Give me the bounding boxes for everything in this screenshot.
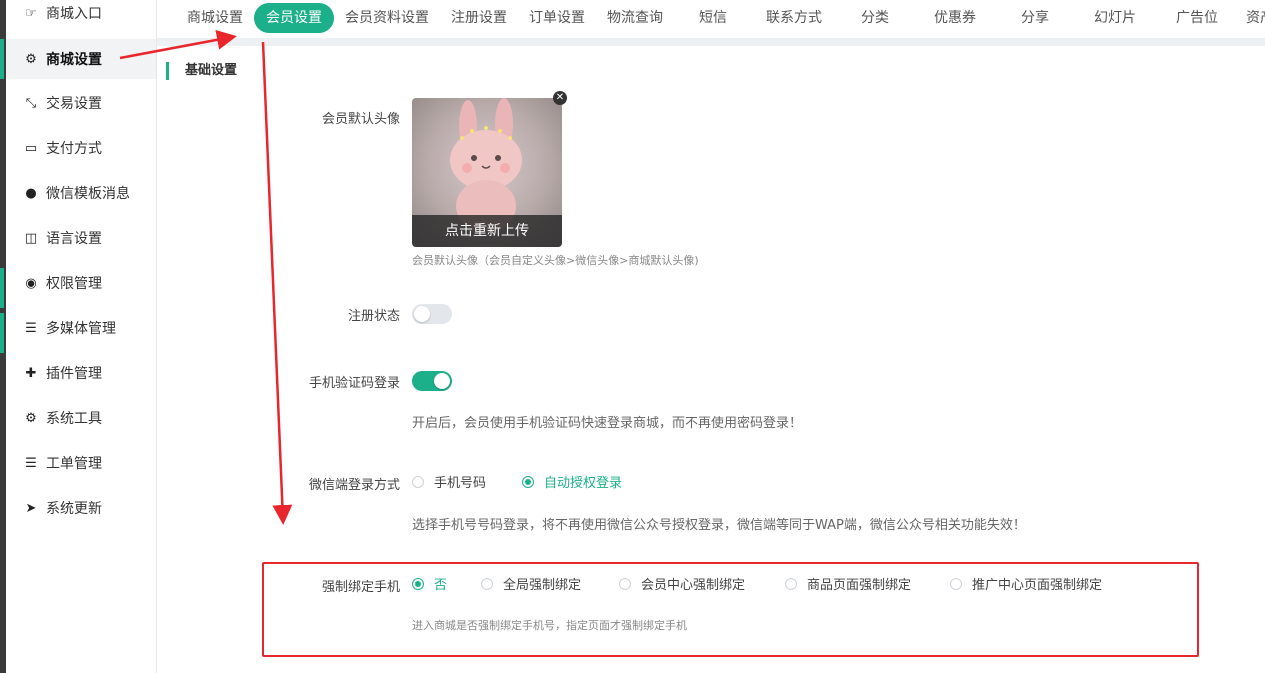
sidebar-item-label: 微信模板消息 — [46, 186, 130, 202]
sidebar-item-label: 系统工具 — [46, 411, 102, 427]
thumb-pointer-icon: ☞ — [25, 5, 37, 21]
sidebar-item-label: 交易设置 — [46, 96, 102, 112]
settings-tabs: 商城设置 会员设置 会员资料设置 注册设置 订单设置 物流查询 短信 联系方式 … — [157, 0, 1265, 36]
wechat-login-option-auto[interactable]: 自动授权登录 — [522, 472, 622, 491]
wechat-login-help: 选择手机号号码登录，将不再使用微信公众号授权登录，微信端等同于WAP端，微信公众… — [412, 518, 1026, 533]
tab-mall-settings[interactable]: 商城设置 — [176, 3, 254, 33]
sidebar-item-language[interactable]: ◫ 语言设置 — [6, 218, 156, 258]
wechat-login-option-phone[interactable]: 手机号码 — [412, 472, 486, 491]
gear-icon: ⚙ — [25, 51, 37, 67]
sidebar-item-label: 插件管理 — [46, 366, 102, 382]
toggle-knob — [414, 306, 430, 322]
sidebar-item-system-update[interactable]: ➤ 系统更新 — [6, 488, 156, 528]
credit-card-icon: ▭ — [24, 140, 38, 156]
sidebar-item-label: 工单管理 — [46, 456, 102, 472]
sidebar-item-label: 支付方式 — [46, 141, 102, 157]
list-icon: ☰ — [25, 455, 37, 471]
sidebar-item-label: 权限管理 — [46, 276, 102, 292]
sidebar-item-wechat-template[interactable]: ● 微信模板消息 — [6, 173, 156, 213]
radio-dot — [412, 475, 424, 488]
avatar-label: 会员默认头像 — [321, 112, 400, 127]
sidebar-item-mall-entrance[interactable]: ☞ 商城入口 — [6, 0, 156, 33]
sidebar: ☞ 商城入口 ⚙ 商城设置 ⤡ 交易设置 ▭ 支付方式 ● 微信模板消息 ◫ 语… — [0, 0, 157, 673]
register-status-label: 注册状态 — [347, 309, 400, 324]
sidebar-item-plugins[interactable]: ✚ 插件管理 — [6, 353, 156, 393]
radio-dot — [522, 475, 534, 488]
radio-label: 自动授权登录 — [544, 476, 623, 491]
tab-member-settings[interactable]: 会员设置 — [254, 3, 334, 33]
gear-icon: ⚙ — [25, 410, 37, 426]
toggle-knob — [434, 373, 450, 389]
tab-register-settings[interactable]: 注册设置 — [440, 3, 518, 33]
sidebar-item-label: 多媒体管理 — [46, 321, 116, 337]
sidebar-item-label: 商城设置 — [46, 52, 102, 68]
sidebar-item-tickets[interactable]: ☰ 工单管理 — [6, 443, 156, 483]
section-title: 基础设置 — [166, 62, 237, 80]
wechat-login-label: 微信端登录方式 — [308, 478, 400, 493]
paper-plane-icon: ➤ — [25, 500, 37, 516]
list-icon: ☰ — [25, 320, 37, 336]
tab-slideshow[interactable]: 幻灯片 — [1074, 3, 1156, 33]
tab-sms[interactable]: 短信 — [674, 3, 752, 33]
puzzle-icon: ✚ — [25, 365, 37, 381]
sidebar-item-system-tools[interactable]: ⚙ 系统工具 — [6, 398, 156, 438]
compress-arrows-icon: ⤡ — [25, 95, 37, 111]
sidebar-item-label: 商城入口 — [46, 6, 102, 22]
register-status-toggle[interactable] — [412, 304, 452, 324]
reupload-button[interactable]: 点击重新上传 — [412, 215, 562, 247]
language-icon: ◫ — [24, 230, 38, 246]
sidebar-item-media[interactable]: ☰ 多媒体管理 — [6, 308, 156, 348]
avatar-image[interactable]: 点击重新上传 — [412, 98, 562, 247]
sidebar-accent-marker — [0, 268, 4, 308]
tab-assets[interactable]: 资产 — [1238, 3, 1265, 33]
avatar-help: 会员默认头像（会员自定义头像>微信头像>商城默认头像) — [412, 254, 699, 267]
close-icon[interactable]: ✕ — [553, 91, 567, 105]
radio-label: 手机号码 — [434, 476, 487, 491]
tab-share[interactable]: 分享 — [996, 3, 1074, 33]
sidebar-item-label: 系统更新 — [46, 501, 102, 517]
wechat-icon: ● — [25, 185, 37, 201]
sidebar-item-payment[interactable]: ▭ 支付方式 — [6, 128, 156, 168]
tabs-divider — [157, 38, 1265, 46]
tab-ad-slots[interactable]: 广告位 — [1156, 3, 1238, 33]
tab-logistics[interactable]: 物流查询 — [596, 3, 674, 33]
tab-category[interactable]: 分类 — [836, 3, 914, 33]
tab-coupon[interactable]: 优惠券 — [914, 3, 996, 33]
sidebar-item-mall-settings[interactable]: ⚙ 商城设置 — [0, 39, 156, 79]
tab-order-settings[interactable]: 订单设置 — [518, 3, 596, 33]
sidebar-item-trade-settings[interactable]: ⤡ 交易设置 — [6, 83, 156, 123]
sms-login-toggle[interactable] — [412, 371, 452, 391]
sms-login-label: 手机验证码登录 — [308, 376, 400, 391]
sidebar-item-permissions[interactable]: ◉ 权限管理 — [6, 263, 156, 303]
annotation-highlight-box — [262, 562, 1199, 657]
tab-contact[interactable]: 联系方式 — [752, 3, 836, 33]
sidebar-accent-marker — [0, 313, 4, 353]
sms-login-help: 开启后，会员使用手机验证码快速登录商城，而不再使用密码登录！ — [412, 416, 803, 431]
sidebar-item-label: 语言设置 — [46, 231, 102, 247]
gamepad-icon: ◉ — [25, 275, 37, 291]
tab-member-profile[interactable]: 会员资料设置 — [334, 3, 440, 33]
